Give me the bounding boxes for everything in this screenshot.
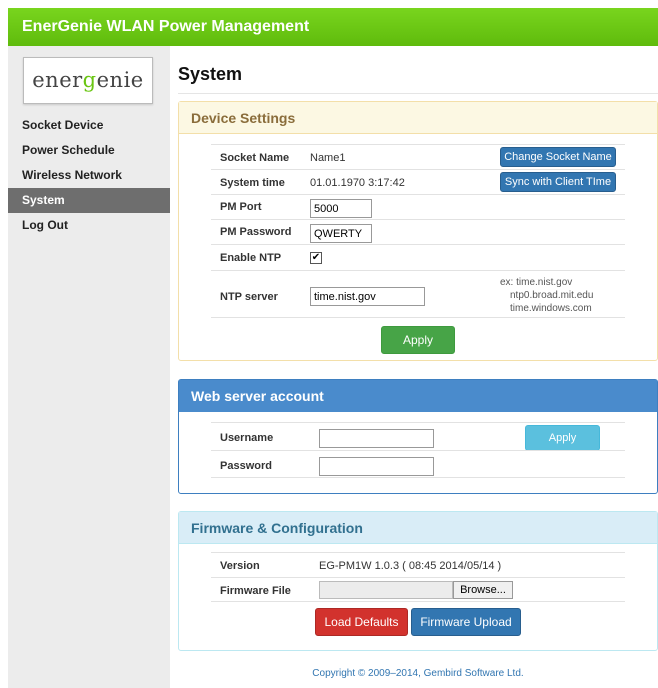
sidebar-item-power-schedule[interactable]: Power Schedule [8,138,170,163]
socket-name-value: Name1 [310,152,346,164]
sync-client-time-button[interactable]: Sync with Client TIme [500,172,616,192]
firmware-heading: Firmware & Configuration [179,512,657,544]
sidebar-item-socket-device[interactable]: Socket Device [8,113,170,138]
energenie-logo: energenie [23,57,153,104]
app-title: EnerGenie WLAN Power Management [22,18,310,35]
pm-password-row: PM Password [211,219,625,244]
footer-copyright: Copyright © 2009–2014, Gembird Software … [312,668,524,679]
socket-name-row: Socket Name Name1 Change Socket Name [211,144,625,169]
ntp-server-label: NTP server [220,291,278,303]
sidebar-item-system[interactable]: System [8,188,170,213]
pm-port-label: PM Port [220,201,262,213]
ntp-server-hint: ex: time.nist.gov ntp0.broad.mit.edu tim… [500,277,594,314]
password-row: Password [211,450,625,478]
enable-ntp-label: Enable NTP [220,252,282,264]
password-label: Password [220,460,272,472]
system-time-value: 01.01.1970 3:17:42 [310,177,405,189]
web-server-account-panel: Web server account Username Apply Passwo… [178,379,658,494]
firmware-file-label: Firmware File [220,585,291,597]
firmware-file-row: Firmware File Browse... [211,577,625,602]
sidebar-item-wireless-network[interactable]: Wireless Network [8,163,170,188]
version-label: Version [220,560,260,572]
pm-port-row: PM Port [211,194,625,219]
enable-ntp-row: Enable NTP ✔ [211,244,625,270]
firmware-panel: Firmware & Configuration Version EG-PM1W… [178,511,658,651]
firmware-file-field[interactable] [319,581,453,599]
device-settings-heading: Device Settings [179,102,657,134]
password-input[interactable] [319,457,434,476]
socket-name-label: Socket Name [220,152,290,164]
enable-ntp-checkbox[interactable]: ✔ [310,252,322,264]
browse-button[interactable]: Browse... [453,581,513,599]
app-title-bar: EnerGenie WLAN Power Management [8,8,658,46]
ntp-server-input[interactable] [310,287,425,306]
sidebar-nav: Socket Device Power Schedule Wireless Ne… [8,113,170,238]
sidebar-item-log-out[interactable]: Log Out [8,213,170,238]
pm-password-input[interactable] [310,224,372,243]
username-input[interactable] [319,429,434,448]
web-server-account-heading: Web server account [179,380,657,412]
version-row: Version EG-PM1W 1.0.3 ( 08:45 2014/05/14… [211,552,625,577]
ntp-server-row: NTP server ex: time.nist.gov ntp0.broad.… [211,270,625,318]
pm-port-input[interactable] [310,199,372,218]
page-title: System [178,64,658,94]
change-socket-name-button[interactable]: Change Socket Name [500,147,616,167]
system-time-row: System time 01.01.1970 3:17:42 Sync with… [211,169,625,194]
username-row: Username Apply [211,422,625,451]
sidebar: energenie Socket Device Power Schedule W… [8,46,170,688]
pm-password-label: PM Password [220,226,292,238]
version-value: EG-PM1W 1.0.3 ( 08:45 2014/05/14 ) [319,560,502,572]
load-defaults-button[interactable]: Load Defaults [315,608,408,636]
device-settings-panel: Device Settings Socket Name Name1 Change… [178,101,658,361]
web-account-apply-button[interactable]: Apply [525,425,600,451]
system-time-label: System time [220,177,285,189]
firmware-upload-button[interactable]: Firmware Upload [411,608,521,636]
device-settings-apply-button[interactable]: Apply [381,326,455,354]
username-label: Username [220,432,274,444]
